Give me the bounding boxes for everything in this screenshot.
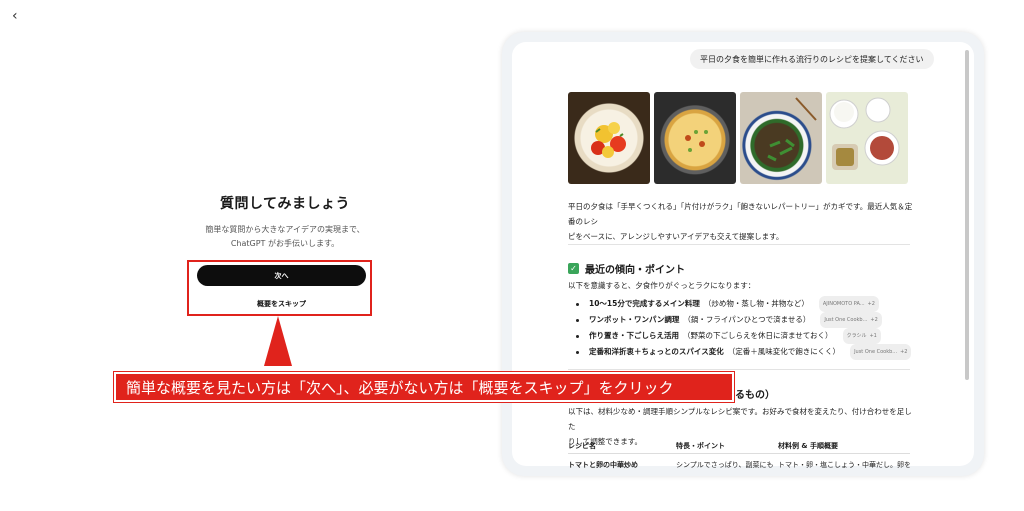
section-recipes-title: るもの） — [735, 390, 775, 401]
set-meal-image[interactable] — [826, 92, 908, 184]
divider — [568, 369, 910, 370]
annotation-callout: 簡単な概要を見たい方は「次へ」、必要がない方は「概要をスキップ」をクリック — [114, 372, 734, 402]
intro-panel: 質問してみましょう 簡単な質問から大きなアイデアの実現まで、 ChatGPT が… — [180, 193, 390, 251]
section-trends-lead: 以下を意識すると、夕食作りがぐっとラクになります： — [568, 281, 756, 290]
callout-pointer — [264, 316, 292, 366]
user-prompt-bubble: 平日の夕食を簡単に作れる流行りのレシピを提案してください — [690, 49, 934, 69]
table-divider — [568, 453, 910, 454]
list-item: 10〜15分で完成するメイン料理 （炒め物・蒸し物・丼物など） AJINOMOTO … — [576, 296, 911, 312]
section-trends-title: ✓ 最近の傾向・ポイント — [568, 261, 685, 276]
scrollbar-thumb[interactable] — [965, 50, 969, 380]
intro-subtitle: 簡単な質問から大きなアイデアの実現まで、 ChatGPT がお手伝いします。 — [205, 225, 365, 248]
list-item: 作り置き・下ごしらえ活用 （野菜の下ごしらえを休日に済ませておく） クラシル +1 — [576, 328, 911, 344]
intro-title: 質問してみましょう — [219, 196, 351, 212]
response-intro: 平日の夕食は「手早くつくれる」「片付けがラク」「飽きないレパートリー」がカギです… — [568, 202, 913, 241]
back-arrow-icon[interactable]: ‹ — [12, 8, 18, 24]
tomato-egg-image[interactable] — [568, 92, 650, 184]
source-chip[interactable]: Just One Cookb... +2 — [820, 312, 882, 328]
trend-list: 10〜15分で完成するメイン料理 （炒め物・蒸し物・丼物など） AJINOMOTO … — [576, 296, 912, 360]
skip-overview-button[interactable]: 概要をスキップ — [197, 297, 366, 311]
list-item: 定番和洋折衷＋ちょっとのスパイス変化 （定番＋風味変化で飽きにくく） Just On… — [576, 344, 912, 360]
divider — [568, 244, 910, 245]
stir-fry-image[interactable] — [740, 92, 822, 184]
source-chip[interactable]: Just One Cookb... +2 — [850, 344, 912, 360]
next-button[interactable]: 次へ — [197, 265, 366, 286]
cheese-gratin-image[interactable] — [654, 92, 736, 184]
recipe-image-strip — [568, 92, 908, 184]
list-item: ワンポット・ワンパン調理 （鍋・フライパンひとつで済ませる） Just One Co… — [576, 312, 911, 328]
check-icon: ✓ — [568, 263, 579, 274]
preview-scrollbar[interactable] — [965, 50, 970, 460]
source-chip[interactable]: クラシル +1 — [842, 328, 881, 344]
recipe-table-header: レシピ名 特長・ポイント 材料例 & 手順概要 — [568, 442, 838, 450]
source-chip[interactable]: AJINOMOTO PA... +2 — [818, 296, 879, 312]
table-row: トマトと卵の中華炒め シンプルでさっぱり、副菜にも トマト・卵・塩こしょう・中華… — [568, 461, 910, 469]
